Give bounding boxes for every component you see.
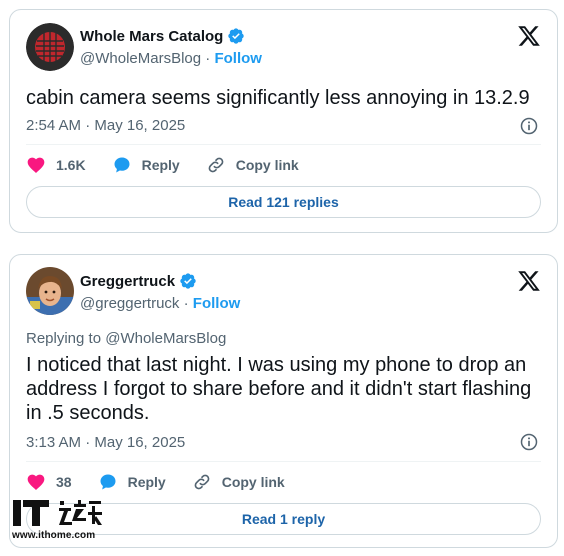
author-name[interactable]: Greggertruck <box>80 273 175 290</box>
read-replies-button[interactable]: Read 121 replies <box>26 186 541 218</box>
copy-link-button[interactable]: Copy link <box>206 155 299 175</box>
author-handle[interactable]: @greggertruck <box>80 295 179 312</box>
link-icon <box>194 474 210 490</box>
reply-bubble-icon <box>114 157 130 173</box>
like-count: 1.6K <box>56 157 86 173</box>
replying-to-label[interactable]: Replying to @WholeMarsBlog <box>26 330 226 347</box>
follow-button[interactable]: Follow <box>214 50 262 67</box>
ithome-watermark: www.ithome.com <box>12 498 112 541</box>
verified-badge-icon <box>228 28 245 44</box>
action-bar: 1.6K Reply Copy link <box>26 155 325 175</box>
ithome-chinese-wordmark <box>59 500 102 525</box>
reply-label: Reply <box>141 157 180 173</box>
author-handle[interactable]: @WholeMarsBlog <box>80 50 201 67</box>
x-logo-icon[interactable] <box>517 269 541 293</box>
action-bar: 38 Reply Copy link <box>26 472 311 492</box>
divider <box>26 461 541 462</box>
reply-button[interactable]: Reply <box>112 155 180 175</box>
separator: · <box>179 295 193 312</box>
copy-link-label: Copy link <box>235 157 299 173</box>
verified-badge-icon <box>180 273 196 289</box>
separator: · <box>201 50 215 67</box>
link-icon <box>208 157 224 173</box>
heart-icon <box>27 157 45 173</box>
copy-link-label: Copy link <box>221 474 285 490</box>
reply-label: Reply <box>127 474 166 490</box>
info-icon[interactable] <box>519 432 539 452</box>
tweet-card-1: Whole Mars Catalog @WholeMarsBlog · Foll… <box>9 9 558 233</box>
avatar[interactable] <box>26 23 74 71</box>
reply-button[interactable]: Reply <box>98 472 166 492</box>
ithome-url: www.ithome.com <box>12 530 96 541</box>
copy-link-button[interactable]: Copy link <box>192 472 285 492</box>
divider <box>26 144 541 145</box>
like-button[interactable]: 38 <box>26 472 72 492</box>
like-button[interactable]: 1.6K <box>26 155 86 175</box>
follow-button[interactable]: Follow <box>193 295 241 312</box>
timestamp[interactable]: 3:13 AM · May 16, 2025 <box>26 434 185 451</box>
tweet-text: cabin camera seems significantly less an… <box>26 87 530 109</box>
reply-bubble-icon <box>100 474 116 490</box>
info-icon[interactable] <box>519 116 539 136</box>
timestamp[interactable]: 2:54 AM · May 16, 2025 <box>26 117 185 134</box>
ithome-logo <box>12 498 112 528</box>
ithome-logo-icon <box>13 500 49 526</box>
tweet-text: I noticed that last night. I was using m… <box>26 354 532 424</box>
avatar[interactable] <box>26 267 74 315</box>
author-name[interactable]: Whole Mars Catalog <box>80 28 223 45</box>
heart-icon <box>27 474 45 490</box>
like-count: 38 <box>56 474 72 490</box>
x-logo-icon[interactable] <box>517 24 541 48</box>
